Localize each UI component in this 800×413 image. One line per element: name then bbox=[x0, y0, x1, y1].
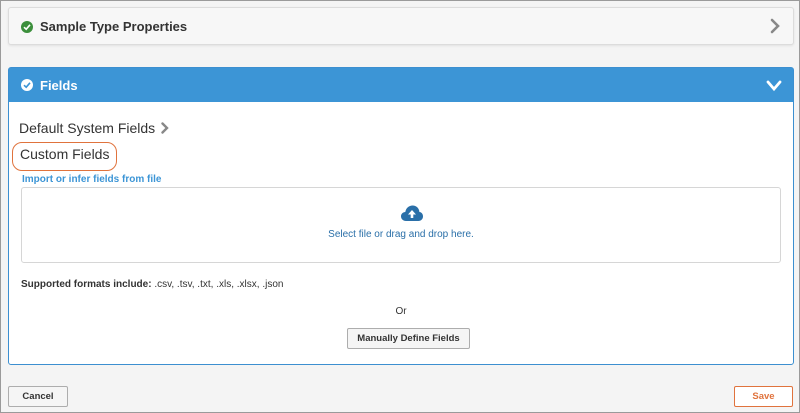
check-circle-icon bbox=[21, 21, 33, 33]
dropzone-text: Select file or drag and drop here. bbox=[328, 229, 474, 240]
default-system-fields-toggle[interactable]: Default System Fields bbox=[19, 120, 169, 136]
or-separator: Or bbox=[395, 306, 407, 317]
check-circle-icon bbox=[21, 79, 33, 91]
fields-panel-header[interactable]: Fields bbox=[9, 68, 793, 102]
panel-title: Sample Type Properties bbox=[40, 19, 188, 34]
custom-fields-heading: Custom Fields bbox=[12, 142, 118, 171]
supported-formats-list: .csv, .tsv, .txt, .xls, .xlsx, .json bbox=[154, 279, 284, 290]
manually-define-fields-button[interactable]: Manually Define Fields bbox=[347, 328, 470, 349]
import-fields-link[interactable]: Import or infer fields from file bbox=[22, 174, 161, 185]
supported-formats-label: Supported formats include: bbox=[21, 279, 152, 290]
chevron-down-icon[interactable] bbox=[766, 79, 782, 97]
fields-panel: Fields Default System Fields Custom Fiel… bbox=[8, 67, 794, 365]
chevron-right-icon[interactable] bbox=[770, 18, 780, 39]
sample-type-properties-panel[interactable]: Sample Type Properties bbox=[8, 7, 794, 45]
default-system-fields-label: Default System Fields bbox=[19, 120, 156, 136]
cloud-upload-icon bbox=[400, 204, 424, 227]
file-dropzone[interactable]: Select file or drag and drop here. bbox=[21, 187, 781, 263]
chevron-right-icon bbox=[161, 122, 169, 134]
save-button[interactable]: Save bbox=[734, 386, 793, 407]
supported-formats: Supported formats include: .csv, .tsv, .… bbox=[21, 279, 283, 290]
cancel-button[interactable]: Cancel bbox=[8, 386, 68, 407]
panel-title: Fields bbox=[40, 78, 78, 93]
